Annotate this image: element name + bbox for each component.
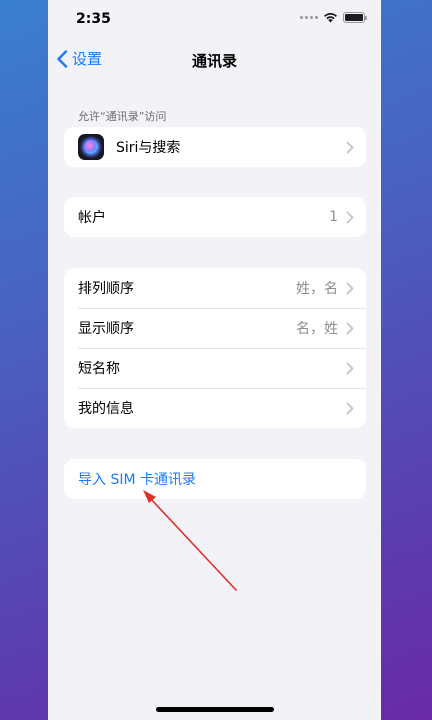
home-indicator bbox=[156, 707, 274, 712]
row-display-order[interactable]: 显示顺序 名，姓 bbox=[64, 308, 366, 348]
row-label: 我的信息 bbox=[78, 401, 134, 417]
page-title: 通讯录 bbox=[191, 52, 237, 70]
row-label: 显示顺序 bbox=[78, 321, 134, 337]
row-siri-search[interactable]: Siri与搜索 bbox=[64, 127, 366, 167]
chevron-right-icon bbox=[346, 141, 354, 153]
group-import: 导入 SIM 卡通讯录 bbox=[64, 459, 366, 499]
row-label: 短名称 bbox=[78, 361, 120, 377]
chevron-right-icon bbox=[346, 402, 354, 414]
row-value: 姓，名 bbox=[296, 281, 338, 297]
section-header-access: 允许“通讯录”访问 bbox=[78, 110, 167, 123]
siri-icon bbox=[78, 134, 104, 160]
group-accounts: 帐户 1 bbox=[64, 197, 366, 237]
row-label: Siri与搜索 bbox=[116, 140, 181, 156]
status-bar: 2:35 bbox=[48, 0, 381, 40]
chevron-right-icon bbox=[346, 282, 354, 294]
row-short-name[interactable]: 短名称 bbox=[64, 348, 366, 388]
row-label: 排列顺序 bbox=[78, 281, 134, 297]
phone-screen: 2:35 设置 通讯录 允许“通讯录”访问 Siri与搜索 帐户 1 排列顺序 … bbox=[48, 0, 381, 720]
row-accounts[interactable]: 帐户 1 bbox=[64, 197, 366, 237]
row-value: 名，姓 bbox=[296, 321, 338, 337]
row-sort-order[interactable]: 排列顺序 姓，名 bbox=[64, 268, 366, 308]
import-sim-contacts-button[interactable]: 导入 SIM 卡通讯录 bbox=[64, 459, 366, 499]
wifi-icon bbox=[324, 13, 337, 23]
group-siri: Siri与搜索 bbox=[64, 127, 366, 167]
chevron-right-icon bbox=[346, 362, 354, 374]
battery-icon bbox=[343, 12, 367, 23]
status-icons bbox=[300, 12, 367, 23]
row-my-info[interactable]: 我的信息 bbox=[64, 388, 366, 428]
signal-icon bbox=[300, 16, 318, 19]
navigation-bar: 设置 通讯录 bbox=[48, 40, 381, 80]
group-display-settings: 排列顺序 姓，名 显示顺序 名，姓 短名称 我的信息 bbox=[64, 268, 366, 428]
status-time: 2:35 bbox=[76, 11, 111, 27]
row-label: 帐户 bbox=[78, 210, 106, 226]
row-value: 1 bbox=[329, 209, 338, 225]
chevron-right-icon bbox=[346, 322, 354, 334]
import-sim-label: 导入 SIM 卡通讯录 bbox=[78, 472, 196, 488]
chevron-right-icon bbox=[346, 211, 354, 223]
